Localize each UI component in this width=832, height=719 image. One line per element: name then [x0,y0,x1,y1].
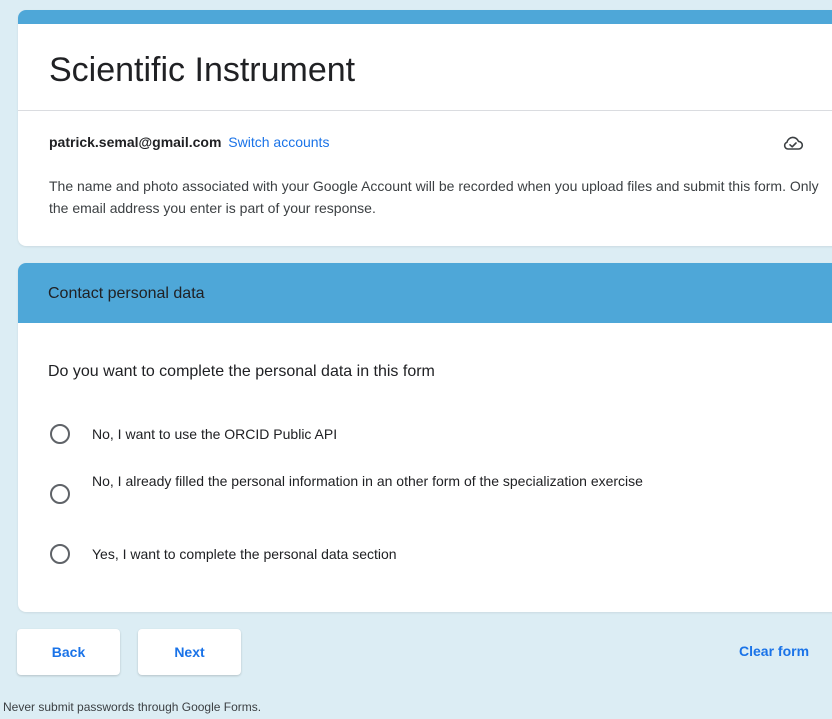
section-title: Contact personal data [48,285,205,302]
question-title: Do you want to complete the personal dat… [48,363,435,380]
radio-button[interactable] [50,484,70,504]
back-button[interactable]: Back [17,629,120,675]
radio-option-label: No, I already filled the personal inform… [92,473,643,489]
account-email: patrick.semal@gmail.com [49,134,222,150]
cloud-check-icon [782,134,804,152]
account-notice: The name and photo associated with your … [49,178,819,216]
form-page: Scientific Instrument patrick.semal@gmai… [0,0,832,719]
switch-accounts-link[interactable]: Switch accounts [228,134,329,150]
section-header: Contact personal data [18,263,832,323]
form-header-card: Scientific Instrument patrick.semal@gmai… [18,10,832,246]
next-button[interactable]: Next [138,629,241,675]
header-divider [18,110,832,111]
clear-form-button[interactable]: Clear form [739,643,809,659]
radio-button[interactable] [50,424,70,444]
section-card: Contact personal data Do you want to com… [18,263,832,612]
footer-note: Never submit passwords through Google Fo… [3,700,262,714]
radio-button[interactable] [50,544,70,564]
account-row: patrick.semal@gmail.com Switch accounts [49,133,329,151]
radio-option-label: No, I want to use the ORCID Public API [92,426,338,442]
radio-option-label: Yes, I want to complete the personal dat… [92,546,397,562]
form-title: Scientific Instrument [49,51,356,89]
header-accent-bar [18,10,832,24]
